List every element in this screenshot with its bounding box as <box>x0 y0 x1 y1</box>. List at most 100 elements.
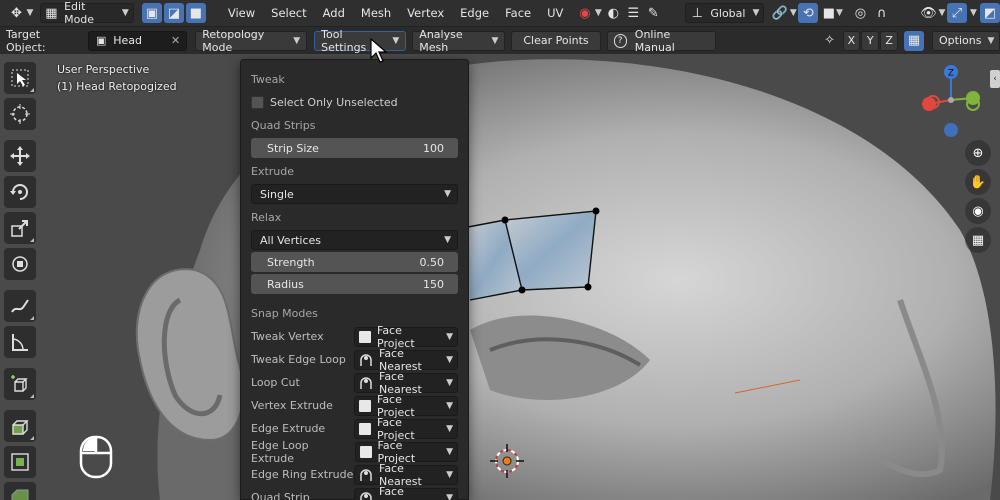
snap-toggle-button[interactable]: ⟲ <box>798 3 819 23</box>
sidebar-toggle-icon[interactable]: ‹ <box>990 70 1000 88</box>
tool-settings-panel: Tweak Select Only Unselected Quad Strips… <box>240 59 469 500</box>
scale-tool[interactable] <box>4 212 36 244</box>
clipping-toggle-button[interactable]: ▦ <box>904 30 924 51</box>
mirror-axis-icon-button[interactable]: ✧ <box>820 31 840 51</box>
face-project-icon <box>359 330 371 343</box>
gizmo-toggle-button[interactable]: ⤢ <box>946 3 967 23</box>
snap-mode-dropdown[interactable]: Face Nearest▼ <box>354 370 458 396</box>
move-icon <box>10 146 30 166</box>
navigation-gizmo[interactable]: Z <box>915 62 987 140</box>
menu-face[interactable]: Face <box>497 3 539 23</box>
mirror-toggle-button[interactable]: ☰ <box>623 3 643 23</box>
target-object-field[interactable]: ▣ Head ✕ <box>88 30 188 51</box>
extrude-tool[interactable] <box>4 410 36 442</box>
face-nearest-icon <box>360 468 372 481</box>
proportional-edit-button[interactable]: ◎ <box>850 3 870 23</box>
pan-button[interactable]: ✋ <box>965 169 991 195</box>
snap-mode-label: Edge Extrude <box>251 422 326 435</box>
transform-tool[interactable] <box>4 248 36 280</box>
visibility-button[interactable]: 👁 ▼ <box>917 3 947 23</box>
gizmo-dropdown[interactable]: ▼ <box>967 3 980 23</box>
bevel-icon <box>11 489 29 500</box>
measure-tool[interactable] <box>4 326 36 358</box>
tweak-header: Tweak <box>251 73 285 86</box>
analyse-mesh-dropdown[interactable]: Analyse Mesh ▼ <box>412 27 506 54</box>
chevron-down-icon: ▼ <box>491 35 499 46</box>
cursor-tool[interactable] <box>4 98 36 130</box>
zoom-button[interactable]: ⊕ <box>965 140 991 166</box>
magnet-icon: ⟲ <box>802 5 814 21</box>
bevel-tool[interactable] <box>4 482 36 500</box>
annotate-tool[interactable] <box>4 290 36 322</box>
overlay-toggle-button[interactable]: ◩ <box>980 3 1000 23</box>
strength-slider[interactable]: Strength 0.50 <box>251 252 458 272</box>
axis-z-toggle[interactable]: Z <box>880 30 898 51</box>
editor-type-button[interactable]: ✥ ▼ <box>4 3 36 23</box>
snap-mode-dropdown[interactable]: Face Project ▼ <box>354 393 458 419</box>
snap-modes-list: Tweak Vertex Face Project ▼ Tweak Edge Loop… <box>251 324 458 500</box>
menu-select[interactable]: Select <box>263 3 314 23</box>
snap-mode-row: Tweak Vertex Face Project ▼ <box>251 324 458 350</box>
shading-toggle-button[interactable]: ◐ <box>603 3 623 23</box>
3d-cursor-icon[interactable] <box>490 444 524 478</box>
rotate-tool[interactable] <box>4 176 36 208</box>
falloff-button[interactable]: ∩ <box>870 3 892 23</box>
add-cube-tool[interactable] <box>4 368 36 400</box>
snap-mode-dropdown[interactable]: Face Project ▼ <box>354 416 458 442</box>
pivot-point-button[interactable]: 🔗 ▼ <box>768 3 798 23</box>
snap-mode-row: Edge Loop Extrude Face Project ▼ <box>251 439 458 465</box>
chevron-down-icon: ▼ <box>446 354 453 365</box>
edge-select-button[interactable]: ◪ <box>163 3 184 23</box>
chevron-down-icon: ▼ <box>446 469 453 480</box>
select-only-unselected-checkbox[interactable]: Select Only Unselected <box>251 91 458 114</box>
snap-mode-dropdown[interactable]: Face Project ▼ <box>354 324 458 350</box>
strength-label: Strength <box>267 255 315 269</box>
chevron-down-icon: ▼ <box>444 235 451 245</box>
camera-view-button[interactable]: ◉ <box>965 198 991 224</box>
snap-mode-dropdown[interactable]: Face Nearest▼ <box>354 347 458 373</box>
snap-mode-dropdown[interactable]: Face Project ▼ <box>354 439 458 465</box>
menu-vertex[interactable]: Vertex <box>399 3 452 23</box>
retopology-mode-dropdown[interactable]: Retopology Mode ▼ <box>195 28 308 54</box>
help-icon: ? <box>613 33 627 48</box>
strip-size-slider[interactable]: Strip Size 100 <box>251 138 458 158</box>
snap-mode-dropdown[interactable]: Face Nearest▼ <box>354 462 458 488</box>
menu-mesh[interactable]: Mesh <box>353 3 399 23</box>
relax-dropdown[interactable]: All Vertices ▼ <box>251 230 458 250</box>
axis-x-toggle[interactable]: X <box>842 30 861 51</box>
menu-add[interactable]: Add <box>315 3 353 23</box>
mode-selector[interactable]: ▦ Edit Mode ▼ <box>39 0 134 26</box>
tool-settings-dropdown[interactable]: Tool Settings ▼ <box>314 28 407 54</box>
3d-viewport[interactable] <box>0 54 1000 500</box>
snap-mode-row: Tweak Edge Loop Face Nearest ▼ <box>251 347 458 373</box>
axis-y-toggle[interactable]: Y <box>861 30 880 51</box>
inset-tool[interactable] <box>4 446 36 478</box>
transform-orientation-dropdown[interactable]: ⊥ Global ▼ <box>685 3 765 23</box>
clear-target-icon[interactable]: ✕ <box>171 34 180 47</box>
mirror-icon: ☰ <box>627 5 640 21</box>
menu-uv[interactable]: UV <box>539 3 571 23</box>
retopo-addon-button[interactable]: ◉ ▼ <box>573 3 603 23</box>
chevron-down-icon: ▼ <box>446 492 453 500</box>
face-select-button[interactable]: ■ <box>185 3 206 23</box>
options-dropdown[interactable]: Options ▼ <box>932 30 1000 51</box>
online-manual-label: Online Manual <box>634 27 675 54</box>
menu-edge[interactable]: Edge <box>452 3 497 23</box>
clear-points-button[interactable]: Clear Points <box>511 30 601 51</box>
pen-toggle-button[interactable]: ✎ <box>643 3 663 23</box>
extrude-dropdown[interactable]: Single ▼ <box>251 184 458 204</box>
menu-view[interactable]: View <box>220 3 263 23</box>
chevron-down-icon: ▼ <box>789 8 797 18</box>
viewport-object-name: (1) Head Retopogized <box>57 80 177 93</box>
vertex-select-button[interactable]: ▣ <box>141 3 162 23</box>
snap-target-button[interactable]: ■ ▼ <box>818 3 846 23</box>
radius-slider[interactable]: Radius 150 <box>251 274 458 294</box>
rotate-icon <box>10 184 28 200</box>
snap-mode-dropdown[interactable]: Face Nearest▼ <box>354 485 458 500</box>
select-box-tool[interactable] <box>4 62 36 94</box>
perspective-toggle-button[interactable]: ▦ <box>965 227 991 253</box>
radius-value: 150 <box>423 277 444 291</box>
analyse-mesh-label: Analyse Mesh <box>419 27 463 54</box>
online-manual-button[interactable]: ? Online Manual <box>606 27 716 54</box>
move-tool[interactable] <box>4 140 36 172</box>
